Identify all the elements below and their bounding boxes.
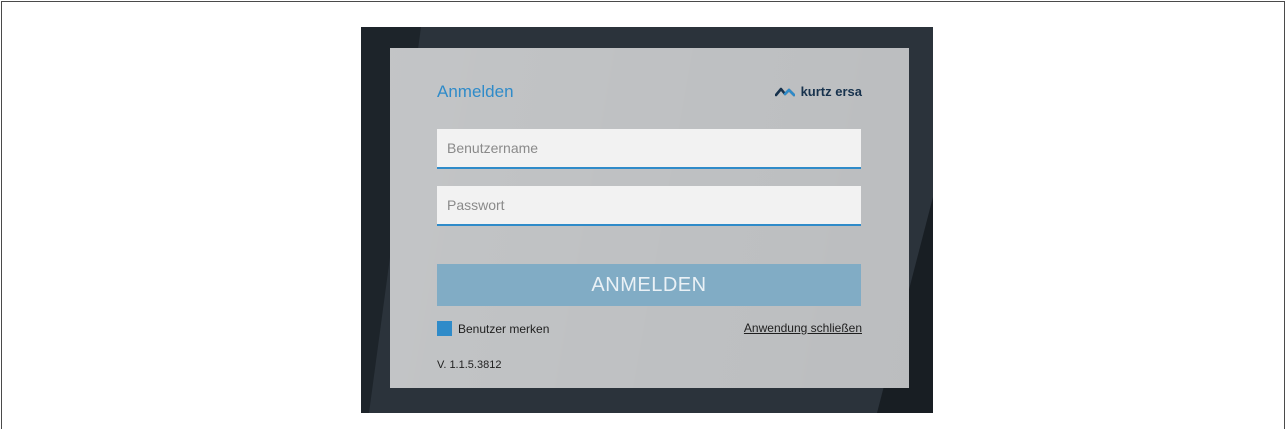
login-title: Anmelden [437, 82, 514, 101]
login-button[interactable]: ANMELDEN [437, 264, 861, 306]
login-panel: Anmelden kurtz ersa ANMELDEN Benutzer me… [390, 48, 909, 388]
remember-user-label[interactable]: Benutzer merken [458, 322, 549, 336]
version-label: V. 1.1.5.3812 [437, 359, 502, 371]
remember-user-checkbox[interactable] [437, 321, 452, 336]
close-application-link[interactable]: Anwendung schließen [744, 321, 862, 335]
remember-user[interactable]: Benutzer merken [437, 321, 549, 336]
username-input[interactable] [437, 129, 861, 169]
brand-name: kurtz ersa [800, 84, 862, 99]
kurtz-ersa-wave-icon [774, 87, 795, 96]
password-input[interactable] [437, 186, 861, 226]
brand-logo: kurtz ersa [774, 84, 862, 99]
device-frame: Anmelden kurtz ersa ANMELDEN Benutzer me… [361, 27, 933, 413]
